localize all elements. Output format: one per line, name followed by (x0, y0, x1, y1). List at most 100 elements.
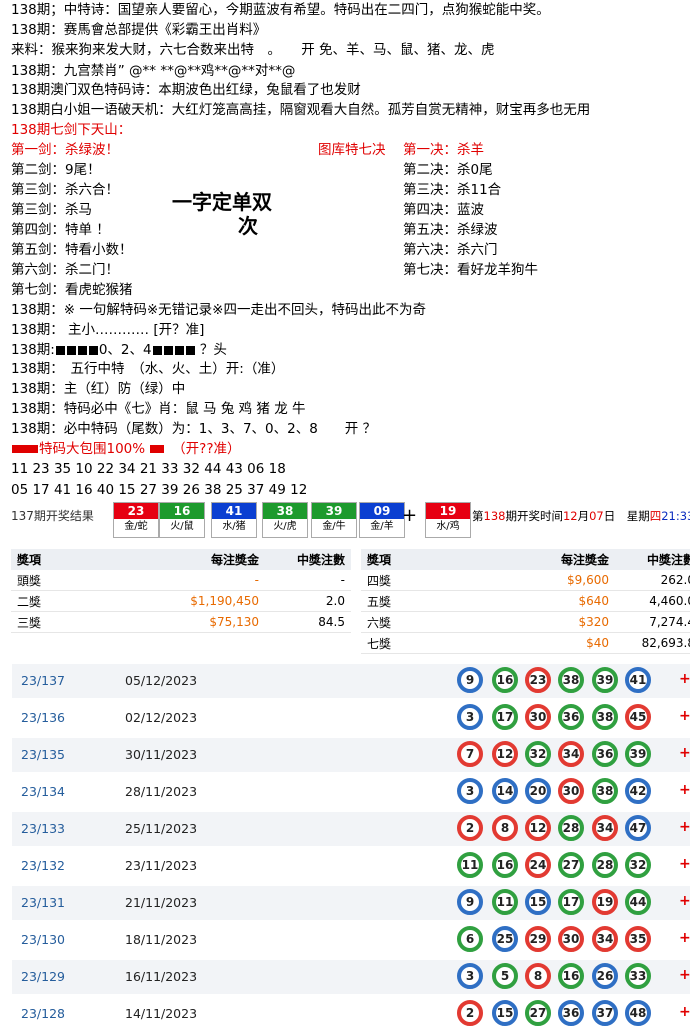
history-ball: 34 (558, 741, 584, 767)
history-plus: + (679, 819, 690, 835)
history-period[interactable]: 23/136 (21, 710, 65, 725)
prize-row: 三獎 $75,130 84.5 (11, 611, 351, 633)
history-date: 02/12/2023 (125, 710, 198, 725)
history-row[interactable]: 23/135 30/11/2023 7 12 32 34 36 39 + (12, 738, 690, 772)
prize-amount: $1,190,450 (133, 590, 265, 612)
history-row[interactable]: 23/137 05/12/2023 9 16 23 38 39 41 + (12, 664, 690, 698)
history-period[interactable]: 23/131 (21, 895, 65, 910)
history-plus: + (679, 1004, 690, 1020)
history-ball: 28 (592, 852, 618, 878)
history-row[interactable]: 23/131 21/11/2023 9 11 15 17 19 44 + (12, 886, 690, 920)
jue-1: 第一决：杀羊 (403, 142, 484, 158)
tuku-label: 图库特七决 (318, 142, 386, 158)
history-date: 28/11/2023 (125, 784, 198, 799)
history-ball: 34 (592, 926, 618, 952)
history-ball: 20 (525, 778, 551, 804)
result-ball: 19 水/鸡 (425, 502, 471, 538)
prize-row: 五獎$6404,460.0 (361, 590, 690, 612)
history-row[interactable]: 23/128 14/11/2023 2 15 27 36 37 48 + (12, 997, 690, 1031)
nine-palace-line: 138期：九宫禁肖” @** **@**鸡**@**对**@ (11, 63, 296, 79)
prize-amount: $320 (483, 611, 615, 633)
sword-1: 第一剑：杀绿波！ (11, 142, 119, 158)
big-range-tail: （开??准） (178, 441, 241, 457)
ball-number: 39 (312, 503, 356, 519)
history-row[interactable]: 23/132 23/11/2023 11 16 24 27 28 32 + (12, 849, 690, 883)
history-row[interactable]: 23/133 25/11/2023 2 8 12 28 34 47 + (12, 812, 690, 846)
history-date: 14/11/2023 (125, 1006, 198, 1021)
history-ball: 39 (625, 741, 651, 767)
ball-number: 16 (160, 503, 204, 519)
ball-attribute: 金/牛 (322, 521, 346, 532)
history-ball: 45 (625, 704, 651, 730)
history-date: 23/11/2023 (125, 858, 198, 873)
history-ball: 38 (592, 704, 618, 730)
history-plus: + (679, 930, 690, 946)
prize-item: 七獎 (361, 632, 483, 654)
result-ball: 39 金/牛 (311, 502, 357, 538)
history-period[interactable]: 23/133 (21, 821, 65, 836)
history-ball: 36 (558, 704, 584, 730)
ball-number: 41 (212, 503, 256, 519)
history-period[interactable]: 23/129 (21, 969, 65, 984)
prize-item: 三獎 (11, 611, 133, 633)
prize-item: 五獎 (361, 590, 483, 612)
history-ball: 37 (592, 1000, 618, 1026)
history-ball: 27 (525, 1000, 551, 1026)
head-line-digits: 0、2、4 (98, 342, 152, 358)
sword-4: 第四剑：特单 ！ (11, 222, 110, 238)
history-ball: 3 (457, 963, 483, 989)
history-ball: 11 (457, 852, 483, 878)
history-plus: + (679, 671, 690, 687)
history-ball: 30 (525, 704, 551, 730)
ball-number: 23 (114, 503, 158, 519)
jue-4: 第四决：蓝波 (403, 202, 484, 218)
tail-number-line: 138期：必中特码（尾数）为：1、3、7、0、2、8 开 ？ (11, 421, 377, 437)
history-ball: 32 (625, 852, 651, 878)
history-ball: 2 (457, 815, 483, 841)
history-row[interactable]: 23/130 18/11/2023 6 25 29 30 34 35 + (12, 923, 690, 957)
big-range-line: 特码大包围100% （开??准） (11, 440, 241, 458)
seven-zodiac-line: 138期：特码必中《七》肖：鼠 马 兔 鸡 猪 龙 牛 (11, 401, 306, 417)
history-period[interactable]: 23/130 (21, 932, 65, 947)
history-period[interactable]: 23/135 (21, 747, 65, 762)
single-double-title: 一字定单双 (172, 190, 272, 214)
history-period[interactable]: 23/128 (21, 1006, 65, 1021)
history-ball: 2 (457, 1000, 483, 1026)
seven-swords-title: 138期七剑下天山： (11, 122, 132, 138)
history-ball: 38 (558, 667, 584, 693)
prize-table-right: 獎項 每注獎金 中獎注數 四獎$9,600262.0五獎$6404,460.0六… (361, 549, 690, 654)
history-ball: 30 (558, 926, 584, 952)
history-ball: 3 (457, 704, 483, 730)
prize-count: 84.5 (265, 611, 351, 633)
prize-item: 六獎 (361, 611, 483, 633)
result-ball: 16 火/鼠 (159, 502, 205, 538)
history-ball: 16 (492, 667, 518, 693)
history-ball: 28 (558, 815, 584, 841)
one-sentence-line: 138期：※ 一句解特码※无错记录※四一走出不回头，特码出此不为奇 (11, 302, 426, 318)
big-range-title: 特码大包围100% (39, 441, 146, 457)
history-ball: 47 (625, 815, 651, 841)
prize-amount: - (133, 570, 265, 591)
history-ball: 12 (492, 741, 518, 767)
jue-5: 第五决：杀绿波 (403, 222, 498, 238)
history-row[interactable]: 23/134 28/11/2023 3 14 20 30 38 42 + (12, 775, 690, 809)
history-row[interactable]: 23/129 16/11/2023 3 5 8 16 26 33 + (12, 960, 690, 994)
prize-row: 頭獎 - - (11, 570, 351, 591)
prize-amount: $40 (483, 632, 615, 654)
history-ball: 38 (592, 778, 618, 804)
history-ball: 8 (492, 815, 518, 841)
history-ball: 23 (525, 667, 551, 693)
number-list-1: 11 23 35 10 22 34 21 33 32 44 43 06 18 (11, 461, 286, 477)
ball-attribute: 水/猪 (222, 521, 246, 532)
history-row[interactable]: 23/136 02/12/2023 3 17 30 36 38 45 + (12, 701, 690, 735)
history-date: 25/11/2023 (125, 821, 198, 836)
prize-table-left: 獎項 每注獎金 中獎注數 頭獎 - - 二獎 $1,190,450 2.0 三獎 $75,13… (11, 549, 351, 633)
history-period[interactable]: 23/137 (21, 673, 65, 688)
ball-attribute: 火/虎 (273, 521, 297, 532)
history-ball: 26 (592, 963, 618, 989)
history-period[interactable]: 23/132 (21, 858, 65, 873)
result-ball: 23 金/蛇 (113, 502, 159, 538)
sword-7: 第七剑：看虎蛇猴猪 (11, 282, 133, 298)
history-period[interactable]: 23/134 (21, 784, 65, 799)
prize-amount: $640 (483, 590, 615, 612)
